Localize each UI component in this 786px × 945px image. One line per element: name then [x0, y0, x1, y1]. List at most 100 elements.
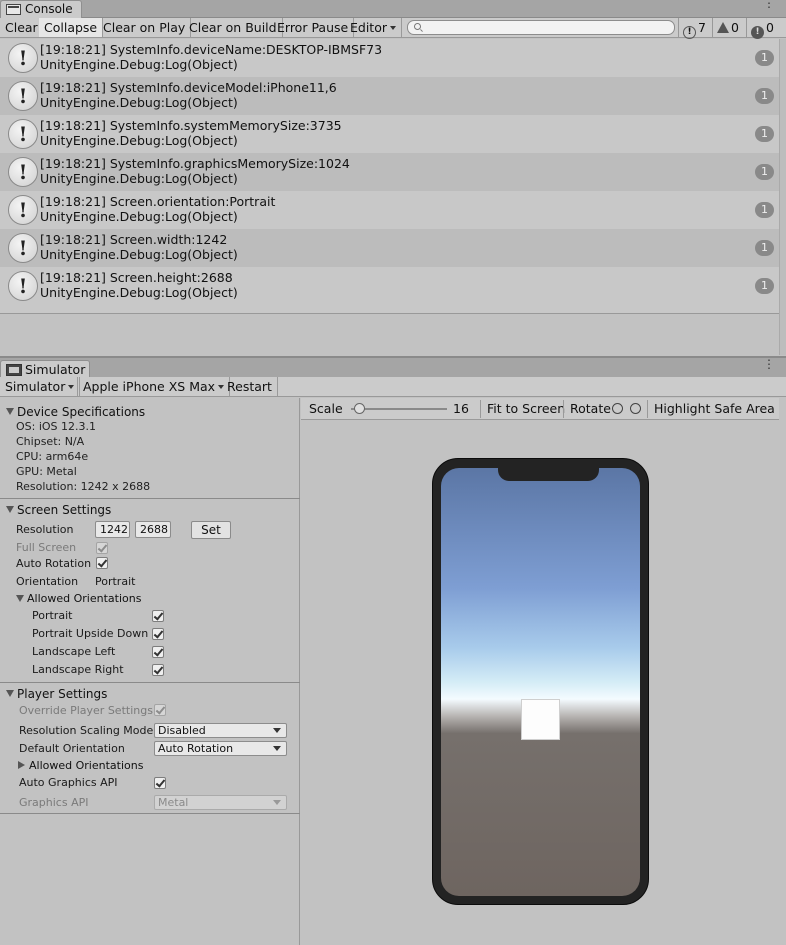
scale-slider-track[interactable] [351, 408, 447, 410]
rotate-right-icon[interactable] [627, 401, 641, 417]
resolution-scaling-mode-label: Resolution Scaling Mode [19, 724, 154, 737]
simulator-more-icon[interactable]: ⋮ [763, 358, 775, 370]
player-allowed-orientations-foldout[interactable]: Allowed Orientations [12, 758, 143, 774]
console-search-input[interactable] [407, 20, 675, 35]
spec-cpu: CPU: arm64e [16, 450, 89, 463]
landscape-left-checkbox[interactable] [152, 646, 164, 658]
clear-on-build-toggle[interactable]: Clear on Build [184, 18, 283, 37]
error-pause-toggle[interactable]: Error Pause [272, 18, 355, 37]
portrait-upside-down-label: Portrait Upside Down [32, 627, 149, 640]
full-screen-checkbox[interactable] [96, 542, 108, 554]
player-settings-foldout[interactable]: Player Settings [0, 686, 107, 702]
section-divider [0, 682, 300, 683]
log-entry[interactable]: ! [19:18:21] SystemInfo.systemMemorySize… [0, 115, 779, 153]
screen-settings-foldout[interactable]: Screen Settings [0, 502, 111, 518]
restart-button[interactable]: Restart [222, 377, 278, 396]
scale-slider-handle[interactable] [354, 403, 365, 414]
log-collapse-count: 1 [755, 164, 774, 180]
editor-dropdown-label: Editor [350, 20, 387, 35]
log-entry[interactable]: ! [19:18:21] Screen.height:2688 UnityEngi… [0, 267, 779, 305]
resolution-width-field[interactable]: 1242 [95, 521, 130, 538]
simulator-window-icon [6, 364, 22, 376]
graphics-api-label: Graphics API [19, 796, 89, 809]
log-stacktrace: UnityEngine.Debug:Log(Object) [40, 285, 238, 300]
spec-gpu: GPU: Metal [16, 465, 77, 478]
simulator-mode-label: Simulator [5, 379, 66, 394]
scene-cube [521, 699, 560, 740]
info-log-icon: ! [8, 43, 38, 73]
log-collapse-count: 1 [755, 278, 774, 294]
error-count: 0 [766, 20, 774, 35]
simulator-settings-panel: Device Specifications OS: iOS 12.3.1 Chi… [0, 398, 300, 945]
spec-resolution: Resolution: 1242 x 2688 [16, 480, 151, 493]
console-scrollbar[interactable] [779, 39, 786, 355]
info-log-icon: ! [8, 233, 38, 263]
error-count-toggle[interactable]: ! 0 [746, 18, 774, 39]
simulator-tab-label: Simulator [25, 362, 86, 377]
info-log-icon: ! [8, 195, 38, 225]
rotate-label: Rotate [570, 401, 611, 416]
landscape-right-checkbox[interactable] [152, 664, 164, 676]
set-resolution-button[interactable]: Set [191, 521, 231, 539]
override-player-settings-label: Override Player Settings [19, 704, 153, 717]
console-toolbar: Clear Collapse Clear on Play Clear on Bu… [0, 18, 786, 39]
simulator-mode-dropdown[interactable]: Simulator [0, 377, 81, 396]
clear-button[interactable]: Clear [0, 18, 44, 37]
log-collapse-count: 1 [755, 88, 774, 104]
resolution-scaling-mode-dropdown[interactable]: Disabled [154, 723, 287, 738]
log-message: [19:18:21] SystemInfo.deviceModel:iPhone… [40, 80, 337, 95]
log-entry[interactable]: ! [19:18:21] SystemInfo.graphicsMemorySi… [0, 153, 779, 191]
default-orientation-dropdown[interactable]: Auto Rotation [154, 741, 287, 756]
scale-label: Scale [309, 401, 343, 416]
landscape-left-label: Landscape Left [32, 645, 116, 658]
log-collapse-count: 1 [755, 126, 774, 142]
log-entry[interactable]: ! [19:18:21] SystemInfo.deviceModel:iPho… [0, 77, 779, 115]
device-frame [432, 458, 649, 905]
log-message: [19:18:21] Screen.width:1242 [40, 232, 228, 247]
log-stacktrace: UnityEngine.Debug:Log(Object) [40, 171, 238, 186]
section-divider [0, 813, 300, 814]
warning-count-toggle[interactable]: 0 [712, 18, 739, 37]
simulator-tab-bar: Simulator ⋮ [0, 356, 786, 379]
highlight-safe-area-toggle[interactable]: Highlight Safe Area [654, 401, 775, 417]
console-tab[interactable]: Console [0, 0, 82, 18]
rotate-left-icon[interactable] [609, 401, 623, 417]
full-screen-label: Full Screen [16, 541, 77, 554]
log-stacktrace: UnityEngine.Debug:Log(Object) [40, 209, 238, 224]
default-orientation-label: Default Orientation [19, 742, 125, 755]
log-collapse-count: 1 [755, 202, 774, 218]
device-screen[interactable] [441, 468, 640, 896]
fit-to-screen-toggle[interactable]: Fit to Screen [487, 401, 565, 417]
log-stacktrace: UnityEngine.Debug:Log(Object) [40, 247, 238, 262]
simulator-viewport: Scale 16 Fit to Screen Rotate Highlight … [301, 398, 779, 945]
orientation-label: Orientation [16, 575, 79, 588]
log-entry[interactable]: ! [19:18:21] SystemInfo.deviceName:DESKT… [0, 39, 779, 77]
scale-value: 16 [453, 401, 469, 416]
console-tab-bar: Console ⋮ [0, 0, 786, 18]
editor-dropdown[interactable]: Editor [345, 18, 402, 37]
log-entry[interactable]: ! [19:18:21] Screen.width:1242 UnityEngin… [0, 229, 779, 267]
resolution-height-field[interactable]: 2688 [135, 521, 171, 538]
log-message: [19:18:21] SystemInfo.systemMemorySize:3… [40, 118, 342, 133]
info-icon: ! [683, 26, 696, 39]
override-player-settings-checkbox[interactable] [154, 704, 166, 716]
allowed-orientations-foldout[interactable]: Allowed Orientations [10, 591, 141, 607]
log-entry[interactable]: ! [19:18:21] Screen.orientation:Portrait… [0, 191, 779, 229]
info-log-icon: ! [8, 157, 38, 187]
portrait-checkbox[interactable] [152, 610, 164, 622]
log-count-toggle[interactable]: ! 7 [678, 18, 706, 39]
auto-rotation-checkbox[interactable] [96, 557, 108, 569]
portrait-upside-down-checkbox[interactable] [152, 628, 164, 640]
log-count: 7 [698, 20, 706, 35]
auto-rotation-label: Auto Rotation [16, 557, 92, 570]
collapse-toggle[interactable]: Collapse [39, 18, 104, 37]
console-more-icon[interactable]: ⋮ [763, 0, 775, 9]
device-dropdown[interactable]: Apple iPhone XS Max [78, 377, 231, 396]
device-specifications-foldout[interactable]: Device Specifications [0, 404, 145, 420]
auto-graphics-api-checkbox[interactable] [154, 777, 166, 789]
landscape-right-label: Landscape Right [32, 663, 124, 676]
graphics-api-dropdown[interactable]: Metal [154, 795, 287, 810]
clear-on-play-toggle[interactable]: Clear on Play [98, 18, 192, 37]
section-divider [0, 498, 300, 499]
viewport-toolbar: Scale 16 Fit to Screen Rotate Highlight … [301, 398, 779, 420]
